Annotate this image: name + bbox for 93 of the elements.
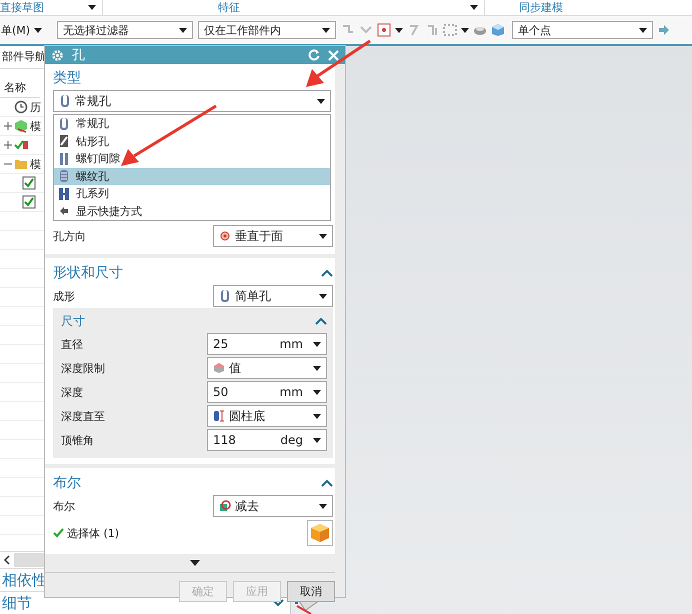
section-title[interactable]: 形状和尺寸 xyxy=(53,263,123,283)
filter-dropdown[interactable]: 无选择过滤器 xyxy=(57,21,193,39)
section-title[interactable]: 布尔 xyxy=(53,473,81,493)
reset-icon[interactable] xyxy=(308,49,320,61)
field-label: 成形 xyxy=(53,288,75,304)
value-input-field[interactable]: 25 mm xyxy=(207,333,327,355)
dropdown-option[interactable]: 螺纹孔 xyxy=(54,168,330,185)
boolean-dropdown[interactable]: 减去 xyxy=(213,495,333,517)
dropdown-caret-icon xyxy=(461,28,469,32)
subtract-icon xyxy=(219,500,231,512)
checkbox-icon xyxy=(22,176,36,190)
tree-item-label[interactable]: 历 xyxy=(30,100,41,114)
unit-label: deg xyxy=(280,433,303,447)
selection-rectangle-icon[interactable] xyxy=(443,23,457,37)
settings-icon[interactable] xyxy=(51,48,64,62)
dropdown-caret-icon xyxy=(319,234,327,238)
hole-type-icon xyxy=(58,116,70,131)
hole-type-icon xyxy=(58,169,70,184)
value-input-field[interactable]: 50 mm xyxy=(207,381,327,403)
folder-icon xyxy=(14,157,28,171)
dropdown-caret-icon xyxy=(313,390,321,394)
checkbox-icon xyxy=(22,195,36,209)
dropdown-caret-icon xyxy=(322,28,330,32)
column-header[interactable]: 名称 xyxy=(0,79,40,98)
feature-icon xyxy=(14,119,28,133)
field-label: 孔方向 xyxy=(53,228,86,244)
unit-label: mm xyxy=(280,385,303,399)
direction-icon xyxy=(219,230,231,242)
dropdown-caret-icon xyxy=(317,98,325,104)
dropdown-option[interactable]: 孔系列 xyxy=(54,185,330,202)
hole-type-icon xyxy=(219,289,231,303)
dropdown-caret-icon xyxy=(319,294,327,298)
expand-icon[interactable] xyxy=(4,122,12,130)
select-body-button[interactable] xyxy=(307,520,333,546)
hole-type-icon xyxy=(58,152,70,166)
menu-button[interactable]: 单(M) xyxy=(0,22,52,38)
field-label: 布尔 xyxy=(53,498,75,514)
expand-chevron-icon[interactable] xyxy=(272,599,284,607)
tree-item-label[interactable]: 模 xyxy=(30,156,41,172)
hole-type-icon xyxy=(59,94,71,108)
dialog-title: 孔 xyxy=(72,47,85,64)
ribbon-group-label[interactable]: 直接草图 xyxy=(0,0,44,15)
more-options-icon[interactable] xyxy=(190,560,200,566)
depth-icon xyxy=(213,410,225,422)
value-input-field[interactable]: 118 deg xyxy=(207,429,327,451)
filter-dropdown[interactable]: 仅在工作部件内 xyxy=(198,21,336,39)
annotation-arrow xyxy=(306,40,371,87)
selection-status[interactable]: 选择体 (1) xyxy=(53,526,120,540)
dropdown-option[interactable]: 显示快捷方式 xyxy=(54,202,330,220)
dropdown-caret-icon xyxy=(313,366,321,370)
block-icon xyxy=(213,362,225,374)
subsection-title[interactable]: 尺寸 xyxy=(61,312,85,330)
tree-item-label[interactable]: 模 xyxy=(30,118,41,134)
dropdown-caret-icon xyxy=(179,28,187,32)
dropdown-option[interactable]: 螺钉间隙 xyxy=(54,150,330,168)
dropdown-caret-icon xyxy=(395,28,403,32)
option-dropdown[interactable]: 圆柱底 xyxy=(207,405,327,427)
field-label: 直径 xyxy=(61,336,83,352)
expand-icon[interactable] xyxy=(4,141,12,149)
dropdown-caret-icon xyxy=(313,438,321,442)
dialog-button[interactable]: 取消 xyxy=(287,581,335,602)
form-dropdown[interactable]: 简单孔 xyxy=(213,285,333,307)
ribbon-group-label[interactable]: 特征 xyxy=(218,0,240,15)
field-label: 顶锥角 xyxy=(61,432,94,448)
type-dropdown[interactable]: 常规孔 xyxy=(53,90,331,112)
hole-type-icon xyxy=(58,134,70,148)
arrow-right-icon[interactable] xyxy=(658,24,670,36)
dropdown-caret-icon xyxy=(313,414,321,418)
dropdown-caret-icon xyxy=(34,28,42,32)
cube-icon[interactable] xyxy=(491,23,505,37)
dropdown-caret-icon xyxy=(319,504,327,508)
option-dropdown[interactable]: 值 xyxy=(207,357,327,379)
unit-label: mm xyxy=(280,337,303,351)
dropdown-option[interactable]: 常规孔 xyxy=(54,115,330,132)
collapse-chevron-icon[interactable] xyxy=(321,269,333,277)
field-label: 深度 xyxy=(61,384,83,400)
dropdown-caret-icon xyxy=(639,28,647,32)
feature-icon xyxy=(14,138,28,152)
hole-type-icon xyxy=(58,186,70,201)
field-label: 深度直至 xyxy=(61,408,105,424)
point-snap-icon[interactable] xyxy=(377,23,391,37)
collapse-chevron-icon[interactable] xyxy=(321,479,333,487)
collapse-chevron-icon[interactable] xyxy=(315,317,327,325)
dropdown-caret-icon xyxy=(313,342,321,346)
clock-icon xyxy=(14,100,28,114)
field-label: 深度限制 xyxy=(61,360,105,376)
close-icon[interactable] xyxy=(328,50,339,60)
ribbon-group-label[interactable]: 同步建模 xyxy=(519,0,563,15)
panel-header[interactable]: 细节 xyxy=(2,594,32,612)
direction-dropdown[interactable]: 垂直于面 xyxy=(213,225,333,247)
snap-point-dropdown[interactable]: 单个点 xyxy=(512,21,653,39)
section-title[interactable]: 类型 xyxy=(53,68,335,88)
dropdown-option[interactable]: 钻形孔 xyxy=(54,132,330,150)
